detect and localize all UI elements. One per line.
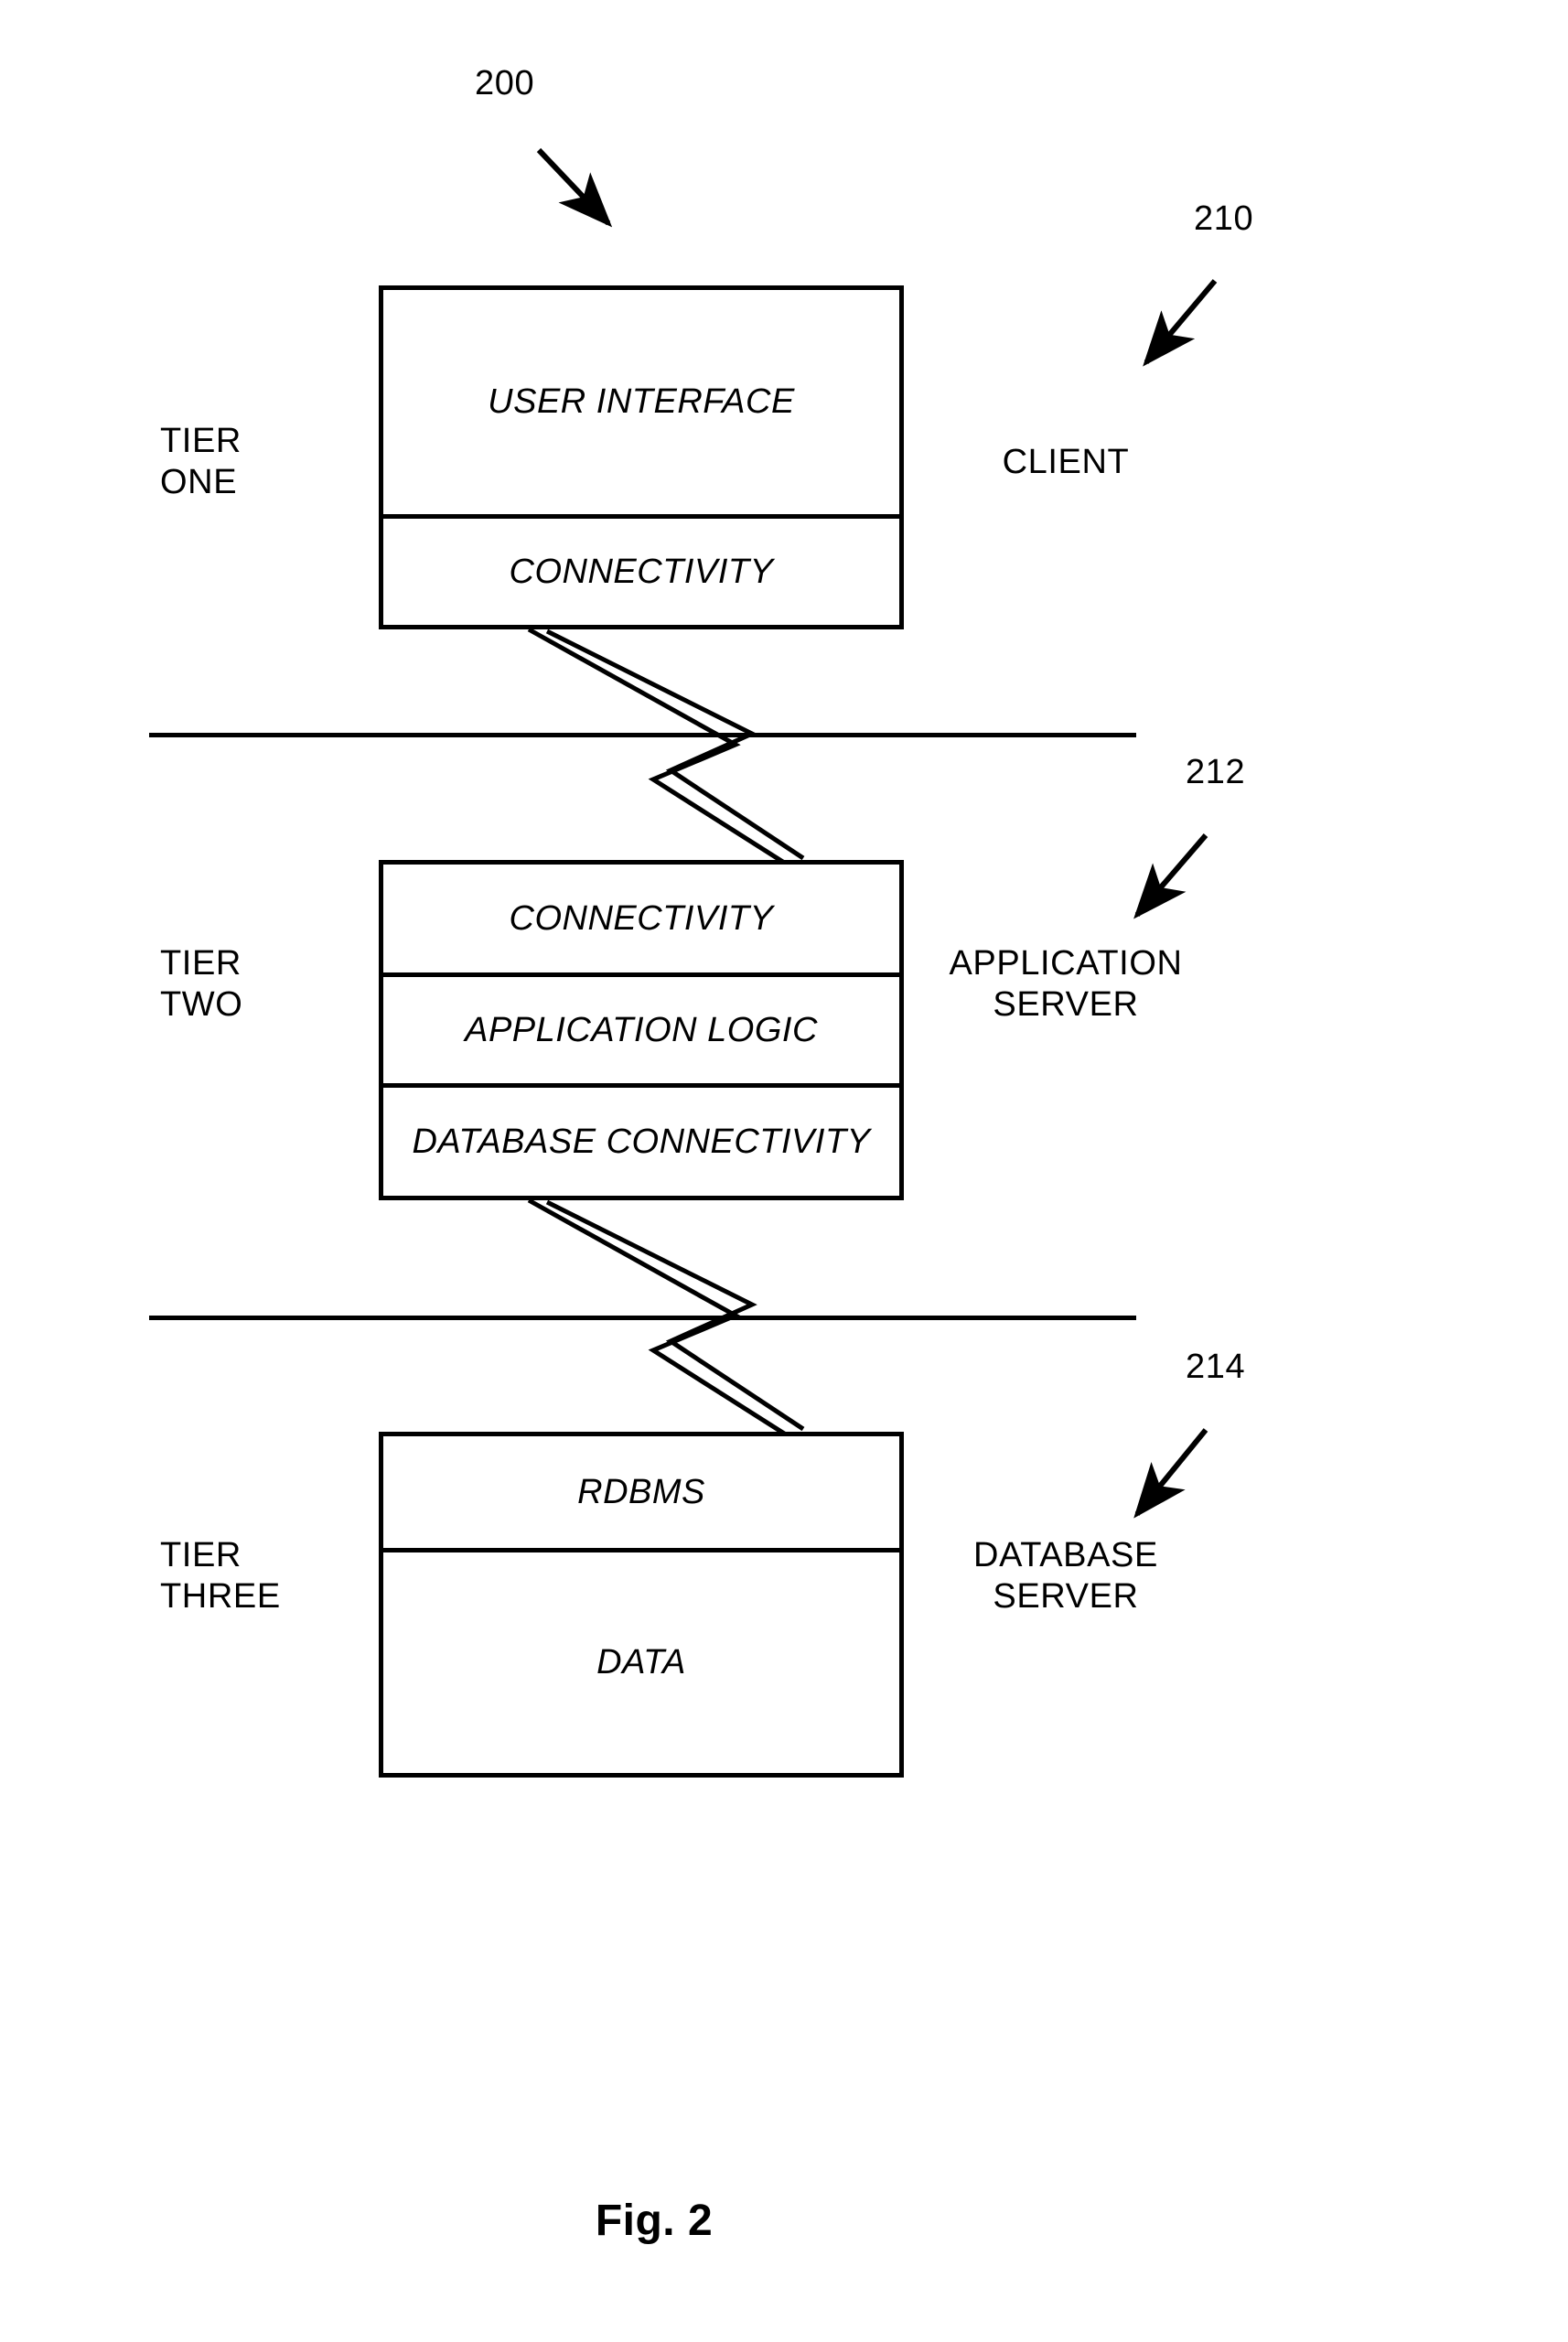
tier-two-cell-application-logic-label: APPLICATION LOGIC: [465, 1010, 818, 1049]
tier-one-cell-connectivity-label: CONNECTIVITY: [509, 552, 774, 591]
tier-two-cell-database-connectivity: DATABASE CONNECTIVITY: [383, 1083, 899, 1196]
app-db-boundary-line: [149, 1316, 1136, 1320]
reference-numeral-200: 200: [475, 64, 535, 102]
reference-numeral-214: 214: [1186, 1348, 1246, 1386]
lightning-connector-one-two: [527, 627, 805, 868]
reference-numeral-212: 212: [1186, 753, 1246, 791]
component-label-application-server: APPLICATION SERVER: [949, 944, 1183, 1024]
tier-three-cell-rdbms-label: RDBMS: [577, 1472, 705, 1511]
lead-arrow-212: [1133, 833, 1208, 919]
tier-three-cell-data: DATA: [383, 1548, 899, 1773]
tier-one-cell-user-interface: USER INTERFACE: [383, 290, 899, 514]
tier-two-cell-application-logic: APPLICATION LOGIC: [383, 972, 899, 1083]
tier-label-one: TIER ONE: [160, 422, 242, 501]
lead-arrow-200: [536, 147, 613, 228]
tier-two-box: CONNECTIVITY APPLICATION LOGIC DATABASE …: [379, 860, 904, 1200]
client-app-boundary-line: [149, 733, 1136, 737]
tier-three-box: RDBMS DATA: [379, 1432, 904, 1778]
component-label-client: CLIENT: [1002, 443, 1130, 481]
tier-three-cell-data-label: DATA: [596, 1643, 686, 1681]
patent-figure-page: 200 TIER ONE USER INTERFACE CONNECTIVITY…: [0, 0, 1568, 2342]
component-label-database-server: DATABASE SERVER: [973, 1536, 1158, 1616]
tier-one-box: USER INTERFACE CONNECTIVITY: [379, 285, 904, 629]
tier-three-cell-rdbms: RDBMS: [383, 1436, 899, 1548]
tier-two-cell-connectivity: CONNECTIVITY: [383, 865, 899, 972]
reference-numeral-210: 210: [1194, 199, 1254, 238]
lead-arrow-214: [1133, 1428, 1208, 1519]
tier-label-three: TIER THREE: [160, 1536, 281, 1616]
tier-one-cell-user-interface-label: USER INTERFACE: [488, 382, 795, 421]
tier-one-cell-connectivity: CONNECTIVITY: [383, 514, 899, 625]
tier-label-two: TIER TWO: [160, 944, 243, 1024]
figure-caption: Fig. 2: [595, 2197, 714, 2245]
tier-two-cell-database-connectivity-label: DATABASE CONNECTIVITY: [412, 1122, 871, 1161]
tier-two-cell-connectivity-label: CONNECTIVITY: [509, 898, 774, 938]
lead-arrow-210: [1143, 279, 1218, 367]
